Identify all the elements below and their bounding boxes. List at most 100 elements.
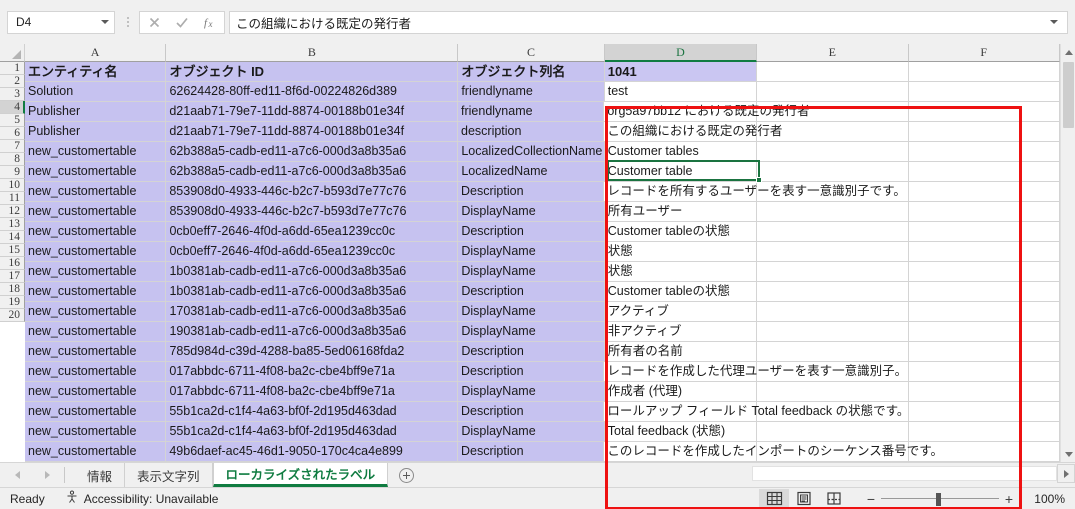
cell-D5[interactable]: Customer tables (604, 142, 758, 162)
cell-A9[interactable]: new_customertable (25, 222, 167, 242)
cell-A6[interactable]: new_customertable (25, 162, 167, 182)
name-box-dropdown-icon[interactable] (96, 12, 114, 33)
fx-icon[interactable]: f x (197, 12, 223, 33)
cell-A14[interactable]: new_customertable (25, 322, 167, 342)
sheet-tab-localized-labels[interactable]: ローカライズされたラベル (212, 463, 389, 487)
row-header-13[interactable]: 13 (0, 218, 25, 231)
cell-D9[interactable]: Customer tableの状態 (604, 222, 758, 242)
cell-A1[interactable]: エンティティ名 (25, 62, 167, 82)
cell-D14[interactable]: 非アクティブ (604, 322, 758, 342)
cell-E1[interactable] (757, 62, 909, 82)
cell-D13[interactable]: アクティブ (604, 302, 758, 322)
chevron-left-icon[interactable] (10, 463, 24, 488)
cell-F12[interactable] (908, 282, 1060, 302)
row-header-18[interactable]: 18 (0, 283, 25, 296)
scroll-up-button[interactable] (1061, 44, 1075, 60)
cancel-icon[interactable] (141, 12, 167, 33)
cell-F10[interactable] (908, 242, 1060, 262)
cell-D20[interactable]: このレコードを作成したインポートのシーケンス番号です。 (604, 442, 943, 462)
cell-B15[interactable]: 785d984d-c39d-4288-ba85-5ed06168fda2 (166, 342, 459, 362)
page-break-icon[interactable] (819, 489, 849, 509)
cell-F15[interactable] (908, 342, 1060, 362)
cell-C17[interactable]: DisplayName (458, 382, 605, 402)
cell-C3[interactable]: friendlyname (458, 102, 605, 122)
cell-F7[interactable] (908, 182, 1060, 202)
cell-A13[interactable]: new_customertable (25, 302, 167, 322)
cell-C9[interactable]: Description (458, 222, 605, 242)
cell-B18[interactable]: 55b1ca2d-c1f4-4a63-bf0f-2d195d463dad (166, 402, 459, 422)
cell-B5[interactable]: 62b388a5-cadb-ed11-a7c6-000d3a8b35a6 (166, 142, 459, 162)
cell-A19[interactable]: new_customertable (25, 422, 167, 442)
cell-B14[interactable]: 190381ab-cadb-ed11-a7c6-000d3a8b35a6 (166, 322, 459, 342)
cell-A20[interactable]: new_customertable (25, 442, 167, 462)
cell-D7[interactable]: レコードを所有するユーザーを表す一意識別子です。 (604, 182, 906, 202)
cell-A2[interactable]: Solution (25, 82, 167, 102)
row-header-19[interactable]: 19 (0, 296, 25, 309)
cell-C7[interactable]: Description (458, 182, 605, 202)
cell-B11[interactable]: 1b0381ab-cadb-ed11-a7c6-000d3a8b35a6 (166, 262, 459, 282)
column-header-d[interactable]: D (604, 44, 758, 62)
row-header-5[interactable]: 5 (0, 114, 25, 127)
horizontal-scrollbar[interactable] (752, 466, 1057, 481)
zoom-slider[interactable] (881, 492, 999, 506)
cell-D4[interactable]: この組織における既定の発行者 (604, 122, 782, 142)
cell-A5[interactable]: new_customertable (25, 142, 167, 162)
cell-E11[interactable] (757, 262, 909, 282)
cell-A7[interactable]: new_customertable (25, 182, 167, 202)
row-header-4[interactable]: 4 (0, 101, 25, 114)
cell-B4[interactable]: d21aab71-79e7-11dd-8874-00188b01e34f (166, 122, 459, 142)
cell-A4[interactable]: Publisher (25, 122, 167, 142)
select-all-corner[interactable] (0, 44, 25, 62)
cell-E17[interactable] (757, 382, 909, 402)
cell-E5[interactable] (757, 142, 909, 162)
cell-area[interactable]: エンティティ名 オブジェクト ID オブジェクト列名 1041 Solution 6262… (25, 62, 1060, 462)
zoom-in-button[interactable]: + (999, 491, 1019, 507)
cell-A11[interactable]: new_customertable (25, 262, 167, 282)
cell-C4[interactable]: description (458, 122, 605, 142)
scroll-down-button[interactable] (1061, 446, 1075, 462)
row-header-7[interactable]: 7 (0, 140, 25, 153)
cell-A10[interactable]: new_customertable (25, 242, 167, 262)
cell-B13[interactable]: 170381ab-cadb-ed11-a7c6-000d3a8b35a6 (166, 302, 459, 322)
cell-E14[interactable] (757, 322, 909, 342)
cell-E9[interactable] (757, 222, 909, 242)
cell-E10[interactable] (757, 242, 909, 262)
column-header-f[interactable]: F (908, 44, 1060, 62)
cell-B7[interactable]: 853908d0-4933-446c-b2c7-b593d7e77c76 (166, 182, 459, 202)
zoom-level-label[interactable]: 100% (1019, 492, 1065, 506)
vertical-scroll-thumb[interactable] (1063, 62, 1074, 128)
row-header-10[interactable]: 10 (0, 179, 25, 192)
row-header-11[interactable]: 11 (0, 192, 25, 205)
cell-D18[interactable]: ロールアップ フィールド Total feedback の状態です。 (604, 402, 909, 422)
cell-C16[interactable]: Description (458, 362, 605, 382)
cell-C18[interactable]: Description (458, 402, 605, 422)
cell-D17[interactable]: 作成者 (代理) (604, 382, 758, 402)
column-header-e[interactable]: E (757, 44, 909, 62)
cell-C10[interactable]: DisplayName (458, 242, 605, 262)
cell-B12[interactable]: 1b0381ab-cadb-ed11-a7c6-000d3a8b35a6 (166, 282, 459, 302)
sheet-tab-hyojimojiretsu[interactable]: 表示文字列 (125, 463, 213, 487)
cell-E19[interactable] (757, 422, 909, 442)
cell-D2[interactable]: test (604, 82, 758, 102)
cell-D3[interactable]: org5a97bb12 における既定の発行者 (604, 102, 810, 122)
cell-D6[interactable]: Customer table (604, 162, 758, 182)
column-header-c[interactable]: C (458, 44, 605, 62)
chevron-right-icon[interactable] (40, 463, 54, 488)
cell-B17[interactable]: 017abbdc-6711-4f08-ba2c-cbe4bff9e71a (166, 382, 459, 402)
check-icon[interactable] (169, 12, 195, 33)
cell-E2[interactable] (757, 82, 909, 102)
cell-F14[interactable] (908, 322, 1060, 342)
cell-C6[interactable]: LocalizedName (458, 162, 605, 182)
row-header-17[interactable]: 17 (0, 270, 25, 283)
column-header-a[interactable]: A (24, 44, 167, 62)
column-header-b[interactable]: B (166, 44, 459, 62)
cell-B20[interactable]: 49b6daef-ac45-46d1-9050-170c4ca4e899 (166, 442, 459, 462)
cell-F18[interactable] (908, 402, 1060, 422)
cell-A3[interactable]: Publisher (25, 102, 167, 122)
row-header-9[interactable]: 9 (0, 166, 25, 179)
row-header-20[interactable]: 20 (0, 309, 25, 322)
cell-A17[interactable]: new_customertable (25, 382, 167, 402)
cell-B6[interactable]: 62b388a5-cadb-ed11-a7c6-000d3a8b35a6 (166, 162, 459, 182)
cell-C1[interactable]: オブジェクト列名 (458, 62, 605, 82)
cell-F19[interactable] (908, 422, 1060, 442)
